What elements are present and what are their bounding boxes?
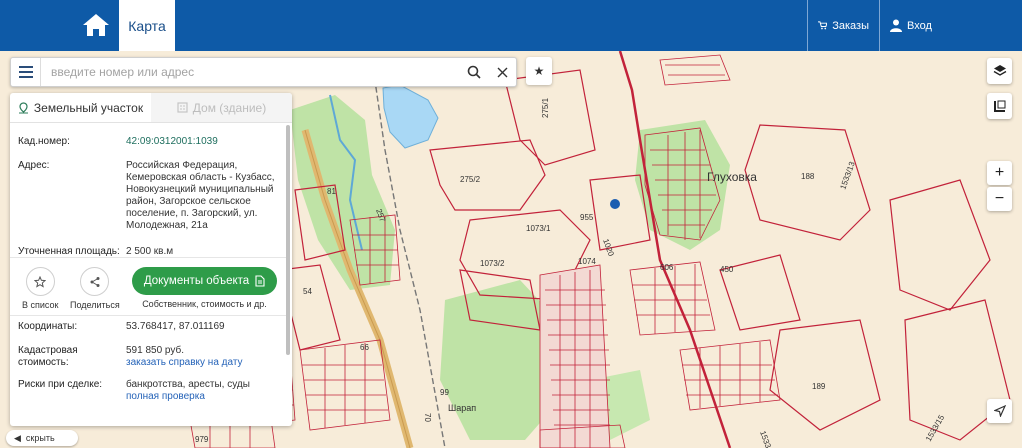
address-row: Адрес: Российская Федерация, Кемеровская… [10,160,286,232]
arrow-left-icon: ◀ [14,432,21,443]
login-button[interactable]: Вход [879,0,1022,51]
login-label: Вход [907,19,932,32]
cad-value-row: Кадастровая стоимость: 591 850 руб. зака… [10,345,286,369]
address-label: Адрес: [18,160,50,171]
user-icon [890,19,902,32]
share-label: Поделиться [70,300,120,310]
favorites-button[interactable]: ★ [526,57,552,85]
zoom-in-button[interactable]: + [987,161,1012,185]
object-details: Кад.номер: 42:09:0312001:1039 Адрес: Рос… [10,124,286,258]
cad-number-label: Кад.номер: [18,136,70,147]
orders-label: Заказы [832,19,869,32]
documents-subtitle: Собственник, стоимость и др. [142,299,267,309]
document-icon [255,275,265,287]
coords-label: Координаты: [18,321,78,332]
divider [10,257,286,258]
tab-land-plot[interactable]: Земельный участок [10,93,151,122]
ruler-icon [993,100,1005,112]
parcel-label: 955 [580,213,594,222]
measure-button[interactable] [987,93,1012,119]
parcel-label: 70 [423,413,432,422]
parcel-label: 1073/2 [480,259,505,268]
risks-label: Риски при сделке: [18,379,103,390]
parcel-label: 1074 [578,257,596,266]
panel-scrollbar[interactable] [286,125,290,355]
documents-label: Документы объекта [143,275,250,287]
parcel-label: 54 [303,287,312,296]
parcel-label: 81 [327,187,336,196]
minus-icon: − [994,190,1005,207]
close-icon [497,67,507,77]
cart-icon [818,21,828,30]
object-extra-details: Координаты: 53.768417, 87.011169 Кадастр… [10,321,286,403]
tab-map[interactable]: Карта [119,0,175,51]
parcel-label: 188 [801,172,815,181]
cad-number-value[interactable]: 42:09:0312001:1039 [126,136,218,148]
search-bar [10,57,517,87]
coords-value: 53.768417, 87.011169 [126,321,225,332]
zoom-out-button[interactable]: − [987,187,1012,211]
parcel-label: 450 [720,265,734,274]
building-icon [177,102,188,113]
navigation-arrow-icon [993,405,1006,417]
info-panel: Земельный участок Дом (здание) Кад.номер… [10,93,292,426]
parcel-label: 275/2 [460,175,481,184]
share-button[interactable]: Поделиться [70,267,120,310]
add-to-list-button[interactable]: В список [22,267,58,310]
search-input[interactable] [41,59,460,85]
divider [10,315,286,316]
parcel-label: 979 [195,435,209,444]
orders-button[interactable]: Заказы [807,0,879,51]
parcel-label: 99 [440,388,449,397]
cad-value-amount: 591 850 руб. [126,345,184,356]
place-label: Глуховка [707,170,757,184]
object-documents-button[interactable]: Документы объекта [132,267,277,295]
cad-value-block: 591 850 руб. заказать справку на дату [126,345,243,369]
coords-row: Координаты: 53.768417, 87.011169 [10,321,286,333]
search-button[interactable] [460,58,488,86]
map-pin-icon [18,101,28,113]
star-outline-icon [34,275,47,288]
plus-icon: + [994,164,1005,181]
share-icon [90,276,100,287]
tab-building-label: Дом (здание) [192,100,267,115]
cad-number-row: Кад.номер: 42:09:0312001:1039 [10,136,286,148]
hide-panel-button[interactable]: ◀ скрыть [6,430,78,446]
tab-land-plot-label: Земельный участок [33,100,144,115]
risks-block: банкротства, аресты, суды полная проверк… [126,379,250,403]
home-icon [83,14,109,36]
risks-row: Риски при сделке: банкротства, аресты, с… [10,379,286,403]
tab-building[interactable]: Дом (здание) [151,93,292,122]
star-icon: ★ [533,64,545,78]
parcel-label: 66 [360,343,369,352]
panel-tabs: Земельный участок Дом (здание) [10,93,292,123]
full-check-link[interactable]: полная проверка [126,391,250,403]
parcel-label: 606 [660,263,674,272]
layers-icon [993,65,1006,76]
address-value: Российская Федерация, Кемеровская област… [126,160,275,231]
cad-value-label: Кадастровая стоимость: [18,345,78,368]
risks-value: банкротства, аресты, суды [126,379,250,390]
search-icon [467,65,481,79]
hide-panel-label: скрыть [25,433,55,443]
parcel-label: 1073/1 [526,224,551,233]
add-to-list-label: В список [22,300,59,310]
top-navbar: Карта Заказы Вход [0,0,1022,51]
selected-parcel-marker[interactable] [610,199,620,209]
village-label: Шарап [448,403,476,413]
geolocate-button[interactable] [987,399,1012,423]
clear-button[interactable] [488,58,516,86]
hamburger-icon [18,66,33,78]
parcel-label: 189 [812,382,826,391]
order-certificate-link[interactable]: заказать справку на дату [126,357,243,369]
layers-button[interactable] [987,58,1012,84]
home-button[interactable] [78,8,114,42]
parcel-label: 275/1 [541,97,550,118]
menu-button[interactable] [11,58,41,86]
